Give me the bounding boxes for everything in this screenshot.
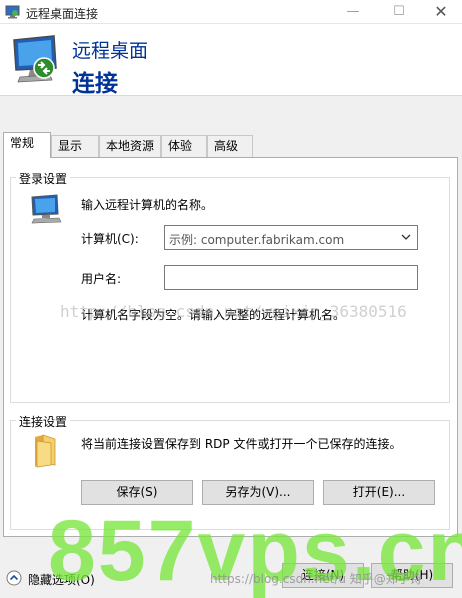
close-button[interactable]: ✕	[418, 0, 462, 24]
tab-local-resources[interactable]: 本地资源	[99, 135, 161, 157]
tab-display[interactable]: 显示	[51, 135, 99, 157]
save-as-button[interactable]: 另存为(V)...	[202, 480, 314, 505]
header-banner: 远程桌面 连接	[0, 24, 462, 97]
window-title: 远程桌面连接	[26, 7, 99, 21]
tab-pane-general: 登录设置 输入远程计算机的名称。 计算机(C): 示例: computer.fa…	[3, 157, 458, 537]
title-bar: 远程桌面连接 — ☐ ✕	[0, 0, 462, 24]
minimize-button[interactable]: —	[330, 0, 376, 24]
remote-desktop-icon	[5, 5, 20, 19]
username-input[interactable]	[164, 265, 418, 290]
tab-advanced[interactable]: 高级	[207, 135, 253, 157]
connect-button[interactable]: 连接(N)	[282, 563, 364, 588]
footer-bar: 隐藏选项(O) 连接(N) 帮助(H)	[0, 548, 462, 598]
connection-settings-title: 连接设置	[16, 413, 71, 430]
tab-experience[interactable]: 体验	[161, 135, 207, 157]
login-hint: 计算机名字段为空。请输入完整的远程计算机名。	[81, 308, 346, 322]
tab-general[interactable]: 常规	[3, 132, 51, 158]
computer-combobox-value: 示例: computer.fabrikam.com	[169, 233, 345, 247]
computer-label: 计算机(C):	[81, 232, 139, 246]
save-button[interactable]: 保存(S)	[81, 480, 193, 505]
login-instruction: 输入远程计算机的名称。	[81, 198, 214, 212]
login-settings-group: 登录设置 输入远程计算机的名称。 计算机(C): 示例: computer.fa…	[10, 170, 450, 403]
connection-description: 将当前连接设置保存到 RDP 文件或打开一个已保存的连接。	[81, 437, 402, 451]
chevron-down-icon[interactable]	[401, 232, 411, 242]
connection-settings-group: 连接设置 将当前连接设置保存到 RDP 文件或打开一个已保存的连接。 保存(S)…	[10, 413, 450, 530]
computer-combobox[interactable]: 示例: computer.fabrikam.com	[164, 225, 418, 250]
folder-icon	[35, 434, 56, 468]
chevron-up-icon[interactable]	[6, 570, 22, 586]
maximize-button[interactable]: ☐	[376, 0, 422, 24]
login-settings-title: 登录设置	[16, 170, 71, 187]
computer-icon	[31, 194, 62, 224]
open-button[interactable]: 打开(E)...	[323, 480, 435, 505]
username-label: 用户名:	[81, 272, 122, 286]
banner-title-line1: 远程桌面	[72, 40, 149, 62]
remote-desktop-icon	[13, 35, 57, 83]
help-button[interactable]: 帮助(H)	[371, 563, 453, 588]
banner-title-line2: 连接	[72, 71, 118, 97]
hide-options-label[interactable]: 隐藏选项(O)	[28, 571, 95, 588]
tab-bar: 常规 显示 本地资源 体验 高级	[3, 132, 458, 158]
